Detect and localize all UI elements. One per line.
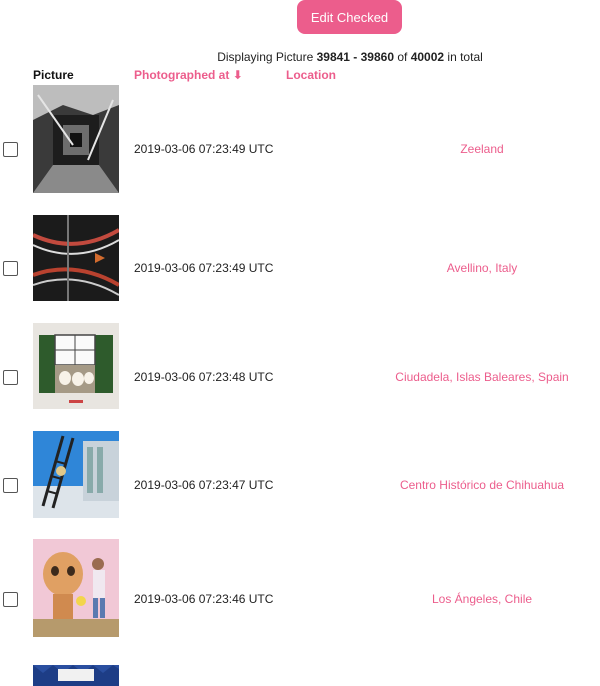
photographed-at-value: 2019-03-06 07:23:48 UTC	[134, 370, 274, 384]
location-link[interactable]: Los Ángeles, Chile	[360, 592, 600, 606]
picture-thumbnail[interactable]	[33, 539, 119, 637]
location-link[interactable]: Zeeland	[360, 142, 600, 156]
column-header-location[interactable]: Location	[286, 68, 336, 82]
pagination-summary: Displaying Picture 39841 - 39860 of 4000…	[217, 50, 483, 64]
location-link[interactable]: Centro Histórico de Chihuahua	[360, 478, 600, 492]
picture-thumbnail[interactable]	[33, 431, 119, 518]
row-checkbox[interactable]	[3, 370, 18, 385]
table-row: 2019-03-06 07:23:47 UTC Centro Histórico…	[0, 430, 600, 520]
table-row	[0, 658, 600, 686]
photographed-at-value: 2019-03-06 07:23:47 UTC	[134, 478, 274, 492]
edit-checked-button[interactable]: Edit Checked	[297, 0, 402, 34]
picture-thumbnail[interactable]	[33, 215, 119, 301]
row-checkbox[interactable]	[3, 478, 18, 493]
column-header-picture: Picture	[33, 68, 74, 82]
picture-thumbnail[interactable]	[33, 323, 119, 409]
table-row: 2019-03-06 07:23:49 UTC Avellino, Italy	[0, 214, 600, 302]
down-arrow-icon: ⬇	[232, 68, 243, 82]
row-checkbox[interactable]	[3, 592, 18, 607]
table-row: 2019-03-06 07:23:46 UTC Los Ángeles, Chi…	[0, 538, 600, 638]
picture-thumbnail[interactable]	[33, 85, 119, 193]
picture-thumbnail[interactable]	[33, 659, 119, 686]
row-checkbox[interactable]	[3, 261, 18, 276]
location-link[interactable]: Avellino, Italy	[360, 261, 600, 275]
photographed-at-value: 2019-03-06 07:23:49 UTC	[134, 261, 274, 275]
location-link[interactable]: Ciudadela, Islas Baleares, Spain	[360, 370, 600, 384]
photographed-at-value: 2019-03-06 07:23:46 UTC	[134, 592, 274, 606]
row-checkbox[interactable]	[3, 142, 18, 157]
table-row: 2019-03-06 07:23:48 UTC Ciudadela, Islas…	[0, 322, 600, 410]
column-header-photographed-at[interactable]: Photographed at ⬇	[134, 68, 243, 82]
photographed-at-value: 2019-03-06 07:23:49 UTC	[134, 142, 274, 156]
table-row: 2019-03-06 07:23:49 UTC Zeeland	[0, 84, 600, 194]
